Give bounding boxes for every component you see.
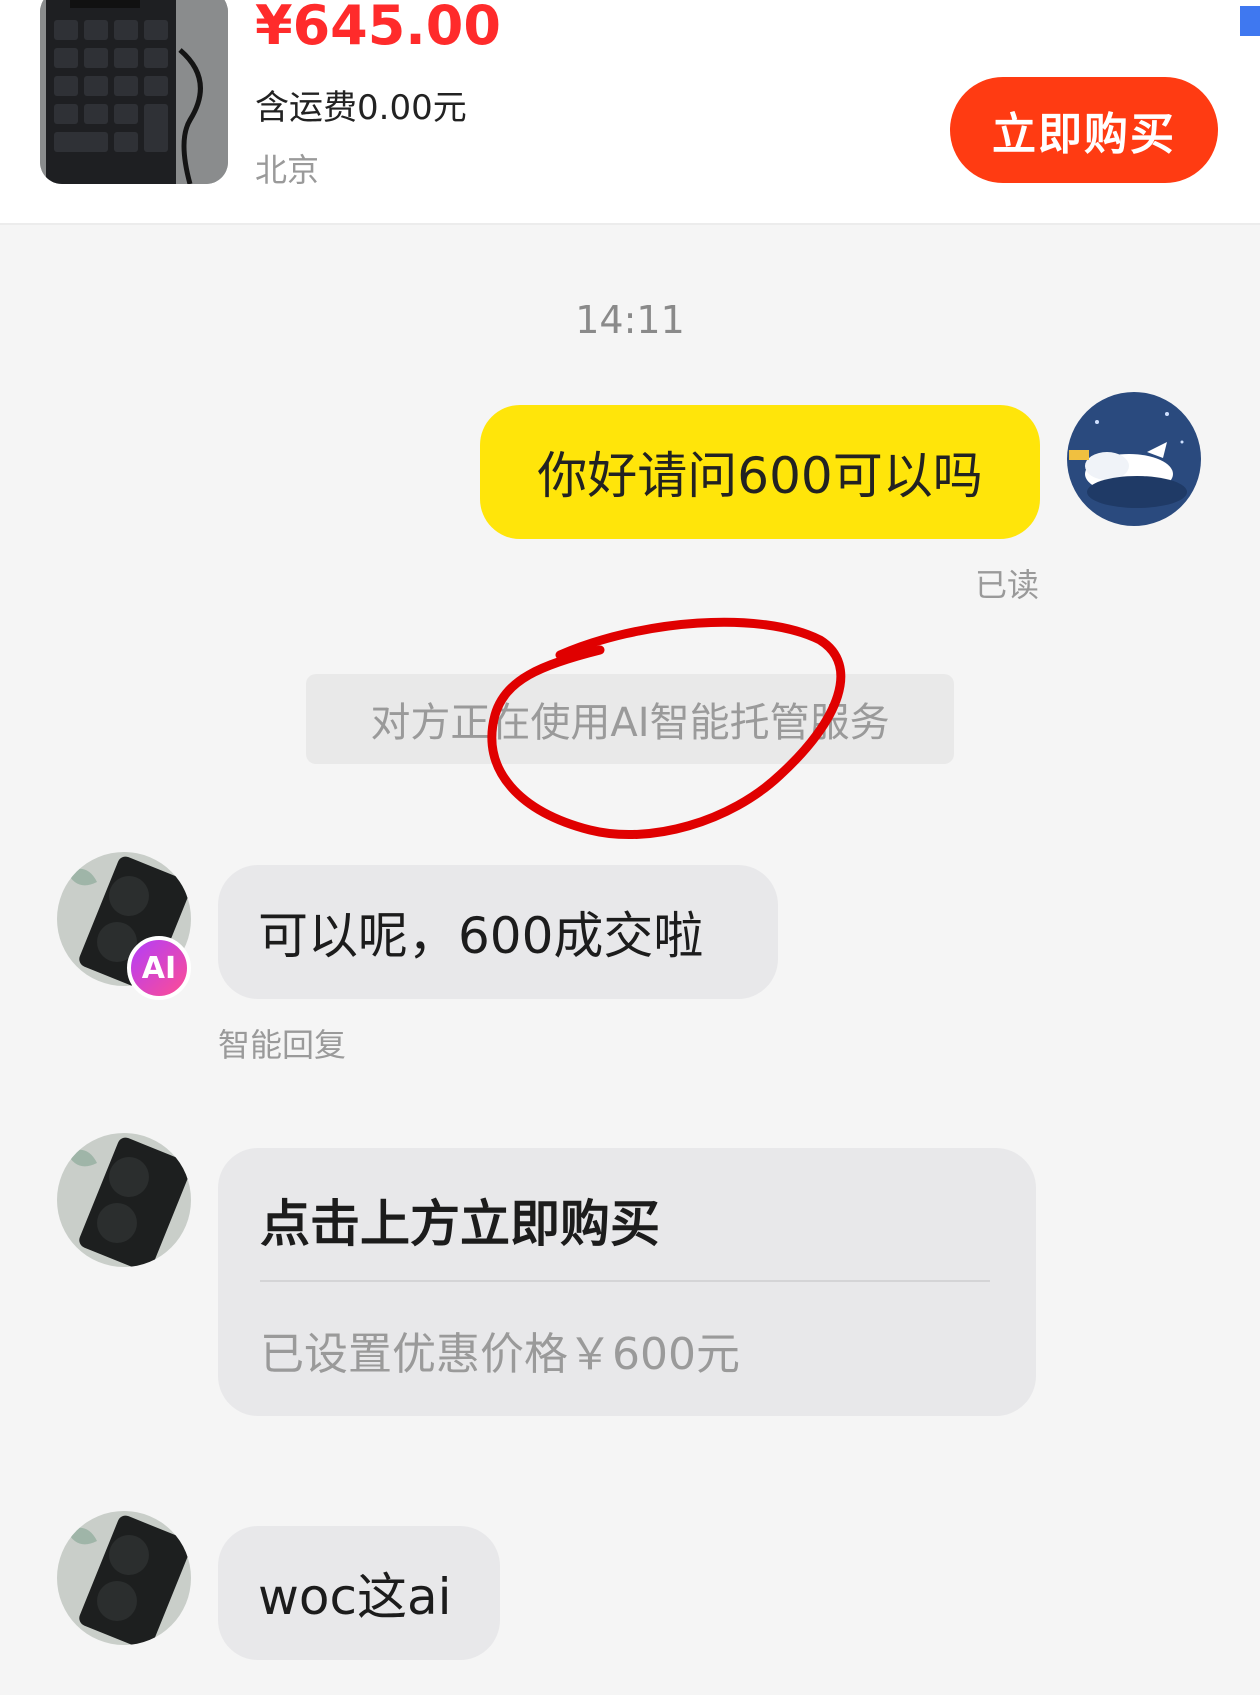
red-circle-annotation (487, 617, 846, 840)
card-divider (260, 1280, 990, 1282)
chat-timestamp: 14:11 (575, 298, 685, 342)
cartoon-avatar-icon (1067, 392, 1201, 526)
reply-bubble-1[interactable]: 可以呢，600成交啦 (218, 865, 778, 999)
purchase-prompt-card[interactable]: 点击上方立即购买 已设置优惠价格￥600元 (218, 1148, 1036, 1416)
card-title: 点击上方立即购买 (260, 1195, 660, 1253)
reply-text-3: woc这ai (258, 1568, 452, 1626)
keyboard-photo-icon (40, 0, 228, 184)
reply-text-1: 可以呢，600成交啦 (258, 907, 704, 965)
read-receipt: 已读 (975, 566, 1040, 604)
smart-reply-label: 智能回复 (218, 1026, 347, 1064)
product-price: ¥645.00 (255, 0, 501, 57)
ai-hosting-notice: 对方正在使用AI智能托管服务 (306, 674, 954, 764)
buy-now-button[interactable]: 立即购买 (950, 77, 1218, 183)
seller-avatar[interactable] (57, 1511, 191, 1645)
my-message-bubble[interactable]: 你好请问600可以吗 (480, 405, 1040, 539)
product-header: ¥645.00 含运费0.00元 北京 立即购买 (0, 0, 1260, 225)
gpu-avatar-icon (57, 1511, 191, 1645)
seller-avatar[interactable] (57, 1133, 191, 1267)
card-discount-text: 已设置优惠价格￥600元 (260, 1329, 740, 1380)
corner-indicator (1240, 6, 1260, 36)
product-location: 北京 (255, 151, 320, 189)
reply-bubble-3[interactable]: woc这ai (218, 1526, 500, 1660)
ai-badge: AI (127, 936, 191, 1000)
my-message-text: 你好请问600可以吗 (537, 447, 983, 505)
gpu-avatar-icon (57, 1133, 191, 1267)
product-thumbnail[interactable] (40, 0, 228, 184)
my-avatar[interactable] (1067, 392, 1201, 526)
shipping-info: 含运费0.00元 (255, 88, 467, 128)
